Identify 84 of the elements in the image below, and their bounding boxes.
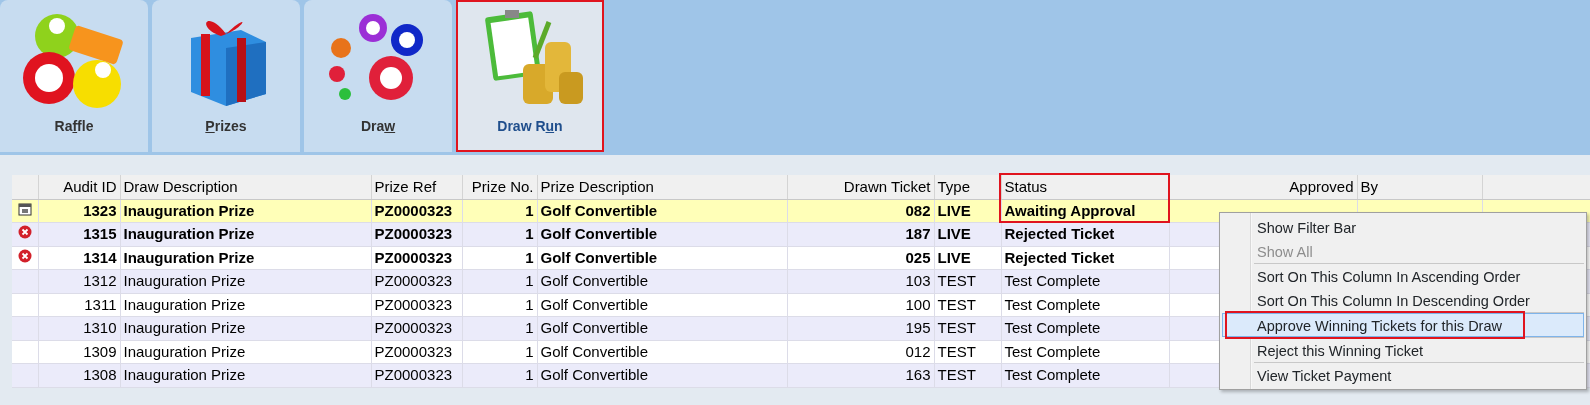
- column-header[interactable]: Drawn Ticket: [787, 175, 934, 199]
- table-cell: Golf Convertible: [540, 225, 658, 242]
- table-cell: 1311: [84, 295, 117, 313]
- table-cell: 1310: [83, 319, 117, 336]
- ribbon-tab[interactable]: Draw Run: [456, 0, 604, 152]
- table-cell: Inauguration Prize: [123, 366, 246, 383]
- table-cell: 1: [525, 201, 534, 219]
- table-cell: PZ0000323: [374, 248, 453, 266]
- table-cell: LIVE: [937, 248, 971, 266]
- table-cell: Test Complete: [1004, 295, 1101, 313]
- table-cell: PZ0000323: [374, 366, 453, 383]
- table-cell: 1323: [83, 201, 117, 219]
- table-cell: PZ0000323: [374, 319, 453, 336]
- error-icon: [17, 248, 32, 263]
- table-cell: Inauguration Prize: [123, 248, 255, 266]
- table-cell: 195: [905, 319, 931, 336]
- table-cell: TEST: [937, 342, 976, 360]
- table-cell: LIVE: [937, 201, 971, 219]
- table-cell: PZ0000323: [374, 342, 453, 360]
- table-cell: Golf Convertible: [540, 295, 649, 313]
- column-header[interactable]: Prize Ref: [371, 175, 462, 199]
- column-header[interactable]: Prize No.: [462, 175, 537, 199]
- table-cell: Golf Convertible: [540, 248, 658, 266]
- menu-item[interactable]: Reject this Winning Ticket: [1222, 338, 1584, 362]
- table-cell: 1: [525, 248, 534, 266]
- column-header[interactable]: Approved: [1169, 175, 1357, 199]
- table-cell: Golf Convertible: [540, 201, 658, 219]
- table-cell: Inauguration Prize: [123, 272, 246, 289]
- column-header[interactable]: Audit ID: [38, 175, 120, 199]
- table-cell: Inauguration Prize: [123, 225, 255, 242]
- table-cell: Golf Convertible: [540, 366, 649, 383]
- column-header[interactable]: Status: [1001, 175, 1169, 199]
- table-cell: 1: [525, 342, 534, 360]
- menu-item[interactable]: Approve Winning Tickets for this Draw: [1222, 313, 1584, 337]
- table-cell: 1: [525, 319, 534, 336]
- table-cell: 163: [905, 366, 931, 383]
- table-cell: PZ0000323: [374, 295, 453, 313]
- table-cell: 1309: [83, 342, 117, 360]
- table-cell: Golf Convertible: [540, 342, 649, 360]
- table-cell: 1308: [83, 366, 117, 383]
- table-cell: 012: [905, 342, 931, 360]
- table-cell: Golf Convertible: [540, 319, 649, 336]
- table-cell: PZ0000323: [374, 225, 453, 242]
- table-cell: Inauguration Prize: [123, 201, 255, 219]
- table-cell: 103: [905, 272, 931, 289]
- table-cell: 100: [905, 295, 931, 313]
- table-cell: Inauguration Prize: [123, 342, 246, 360]
- table-cell: Awaiting Approval: [1004, 201, 1136, 219]
- table-cell: Test Complete: [1004, 342, 1101, 360]
- table-cell: Golf Convertible: [540, 272, 649, 289]
- table-cell: Rejected Ticket: [1004, 225, 1115, 242]
- column-header[interactable]: Prize Description: [537, 175, 787, 199]
- table-cell: TEST: [937, 366, 976, 383]
- menu-item[interactable]: View Ticket Payment: [1222, 363, 1584, 387]
- table-cell: PZ0000323: [374, 201, 453, 219]
- table-cell: TEST: [937, 272, 976, 289]
- table-cell: 1: [525, 272, 534, 289]
- table-cell: Inauguration Prize: [123, 319, 246, 336]
- table-cell: 1312: [83, 272, 117, 289]
- table-cell: 1314: [83, 248, 117, 266]
- table-cell: Rejected Ticket: [1004, 248, 1115, 266]
- table-cell: 1315: [83, 225, 117, 242]
- table-cell: Test Complete: [1004, 319, 1101, 336]
- table-cell: 025: [905, 248, 931, 266]
- table-cell: 1: [525, 295, 534, 313]
- ribbon-tab[interactable]: Raffle: [0, 0, 148, 152]
- table-cell: PZ0000323: [374, 272, 453, 289]
- ribbon-tab[interactable]: Prizes: [152, 0, 300, 152]
- table-cell: LIVE: [937, 225, 971, 242]
- column-header[interactable]: Draw Description: [120, 175, 371, 199]
- ribbon-tab[interactable]: Draw: [304, 0, 452, 152]
- error-icon: [17, 225, 32, 239]
- calendar-icon: [17, 201, 32, 216]
- table-cell: 1: [525, 366, 534, 383]
- column-header[interactable]: By: [1357, 175, 1482, 199]
- table-cell: 082: [905, 201, 931, 219]
- table-cell: TEST: [937, 295, 976, 313]
- table-cell: Inauguration Prize: [123, 295, 246, 313]
- table-cell: 187: [905, 225, 931, 242]
- column-header[interactable]: Type: [934, 175, 1001, 199]
- table-cell: Test Complete: [1004, 366, 1101, 383]
- table-cell: 1: [525, 225, 534, 242]
- table-cell: TEST: [937, 319, 976, 336]
- table-cell: Test Complete: [1004, 272, 1101, 289]
